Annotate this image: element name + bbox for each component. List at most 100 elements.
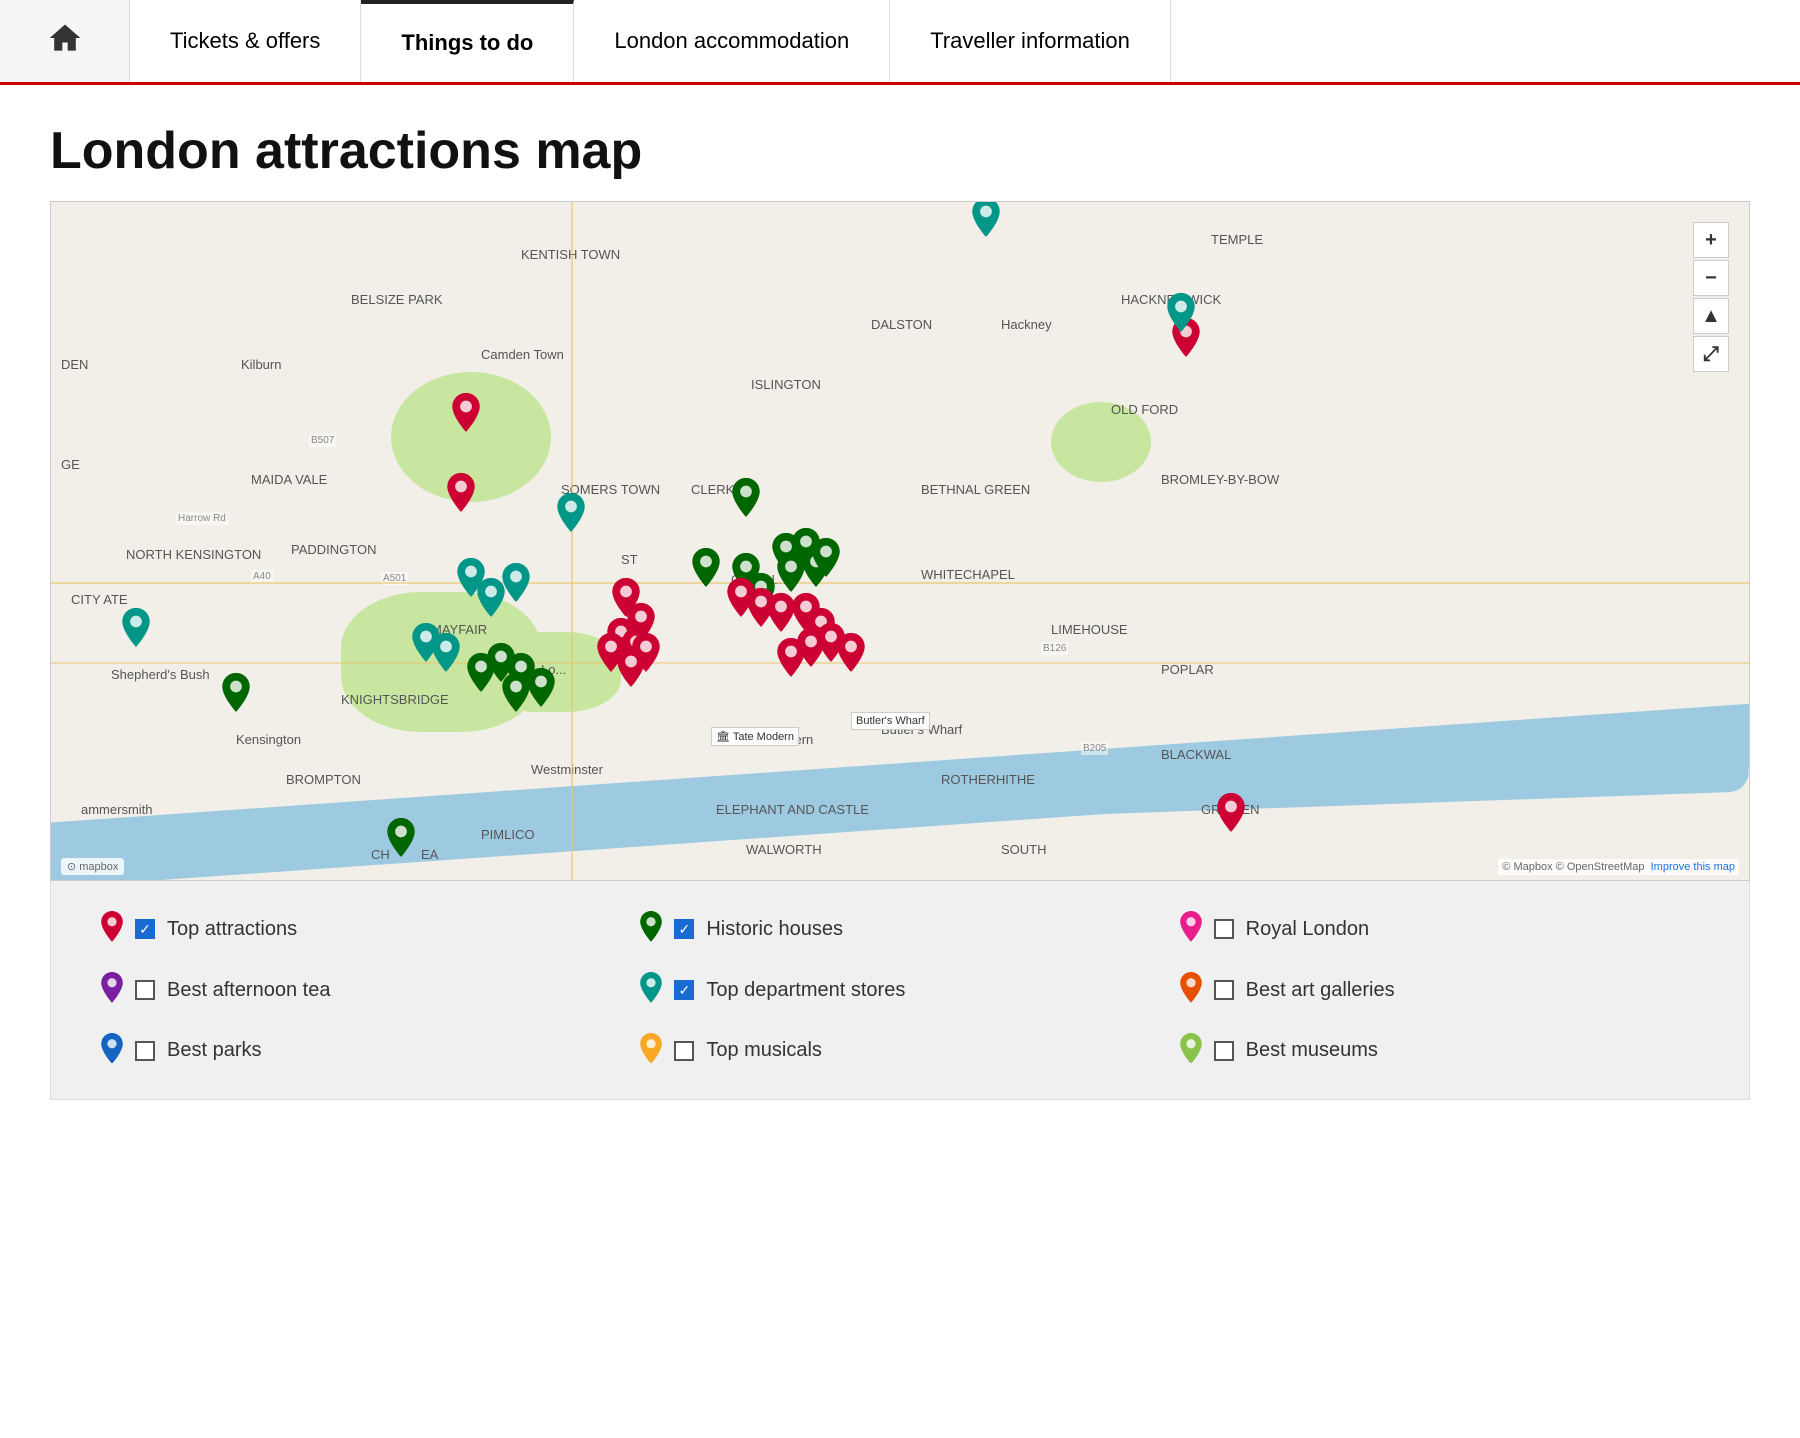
legend-checkbox-top-musicals[interactable] — [674, 1041, 694, 1061]
nav-tickets[interactable]: Tickets & offers — [130, 0, 361, 82]
legend-checkbox-royal-london[interactable] — [1214, 919, 1234, 939]
zoom-in-button[interactable]: + — [1693, 222, 1729, 258]
legend-checkbox-best-museums[interactable] — [1214, 1041, 1234, 1061]
map-label: SOUTH — [1001, 842, 1047, 857]
legend-label-top-department-stores: Top department stores — [706, 979, 905, 1002]
map-label: Camden Town — [481, 347, 564, 362]
map-label: Harrow Rd — [176, 512, 228, 525]
legend-label-royal-london: Royal London — [1246, 918, 1369, 941]
map-label: GE — [61, 457, 80, 472]
legend-item-historic-houses: ✓ Historic houses — [640, 911, 1159, 948]
improve-map-link[interactable]: Improve this map — [1651, 861, 1735, 873]
map-pin-house[interactable] — [387, 818, 415, 857]
legend-checkbox-best-afternoon-tea[interactable] — [135, 980, 155, 1000]
nav-traveller[interactable]: Traveller information — [890, 0, 1171, 82]
map-pin-house[interactable] — [777, 553, 805, 592]
map-label: PADDINGTON — [291, 542, 376, 557]
butlers-wharf-label: Butler's Wharf — [851, 712, 930, 730]
map-pin-dept[interactable] — [122, 608, 150, 647]
north-button[interactable]: ▲ — [1693, 298, 1729, 334]
map-label: B126 — [1041, 642, 1068, 655]
map-label: Kilburn — [241, 357, 281, 372]
legend-pin-best-parks — [101, 1033, 123, 1070]
map-pin-dept[interactable] — [972, 201, 1000, 237]
map-pin-house[interactable] — [692, 548, 720, 587]
nav-things[interactable]: Things to do — [361, 0, 574, 82]
legend-checkbox-best-parks[interactable] — [135, 1041, 155, 1061]
legend-label-best-afternoon-tea: Best afternoon tea — [167, 979, 330, 1002]
map-label: EA — [421, 847, 438, 862]
legend-item-best-museums: Best museums — [1180, 1033, 1699, 1070]
map-pin-dept[interactable] — [557, 493, 585, 532]
map-container[interactable]: KENTISH TOWNBELSIZE PARKCamden TownDALST… — [50, 201, 1750, 881]
legend-pin-top-musicals — [640, 1033, 662, 1070]
nav-accommodation[interactable]: London accommodation — [574, 0, 890, 82]
map-pin-house[interactable] — [812, 538, 840, 577]
map-label: B507 — [309, 434, 336, 447]
nav-home[interactable] — [0, 0, 130, 82]
legend-pin-best-art-galleries — [1180, 972, 1202, 1009]
map-pin-top[interactable] — [767, 593, 795, 632]
map-pin-house[interactable] — [222, 673, 250, 712]
map-legend: ✓Top attractions ✓Historic houses Royal … — [50, 881, 1750, 1100]
map-label: DALSTON — [871, 317, 932, 332]
legend-item-royal-london: Royal London — [1180, 911, 1699, 948]
map-label: POPLAR — [1161, 662, 1214, 677]
map-label: PIMLICO — [481, 827, 534, 842]
map-label: OLD FORD — [1111, 402, 1178, 417]
map-pin-house[interactable] — [732, 478, 760, 517]
map-pin-dept[interactable] — [502, 563, 530, 602]
map-label: KNIGHTSBRIDGE — [341, 692, 449, 707]
legend-pin-royal-london — [1180, 911, 1202, 948]
map-label: BELSIZE PARK — [351, 292, 443, 307]
map-label: MAIDA VALE — [251, 472, 327, 487]
map-label: BLACKWAL — [1161, 747, 1231, 762]
map-pin-top[interactable] — [447, 473, 475, 512]
tate-modern-label: 🏛 Tate Modern — [711, 727, 799, 746]
map-label: TEMPLE — [1211, 232, 1263, 247]
map-label: BROMLEY-BY-BOW — [1161, 472, 1279, 487]
nav-traveller-label: Traveller information — [930, 28, 1130, 54]
map-pin-top[interactable] — [1217, 793, 1245, 832]
legend-item-top-musicals: Top musicals — [640, 1033, 1159, 1070]
map-pin-top[interactable] — [837, 633, 865, 672]
legend-pin-best-afternoon-tea — [101, 972, 123, 1009]
map-pin-top[interactable] — [617, 648, 645, 687]
map-label: Shepherd's Bush — [111, 667, 210, 682]
map-pin-top[interactable] — [452, 393, 480, 432]
legend-label-best-parks: Best parks — [167, 1039, 261, 1062]
legend-checkbox-top-attractions[interactable]: ✓ — [135, 919, 155, 939]
map-label: ROTHERHITHE — [941, 772, 1035, 787]
legend-item-top-department-stores: ✓ Top department stores — [640, 972, 1159, 1009]
legend-checkbox-historic-houses[interactable]: ✓ — [674, 919, 694, 939]
map-label: Westminster — [531, 762, 603, 777]
legend-label-best-art-galleries: Best art galleries — [1246, 979, 1395, 1002]
map-attribution: © Mapbox © OpenStreetMap Improve this ma… — [1498, 859, 1739, 875]
legend-checkbox-top-department-stores[interactable]: ✓ — [674, 980, 694, 1000]
map-pin-dept[interactable] — [477, 578, 505, 617]
map-pin-dept[interactable] — [1167, 293, 1195, 332]
map-label: ELEPHANT AND CASTLE — [716, 802, 869, 817]
nav-accommodation-label: London accommodation — [614, 28, 849, 54]
legend-checkbox-best-art-galleries[interactable] — [1214, 980, 1234, 1000]
map-label: Hackney — [1001, 317, 1052, 332]
map-pin-house[interactable] — [502, 673, 530, 712]
map-label: CITY ATE — [71, 592, 128, 607]
map-label: BROMPTON — [286, 772, 361, 787]
zoom-out-button[interactable]: − — [1693, 260, 1729, 296]
nav-tickets-label: Tickets & offers — [170, 28, 320, 54]
legend-pin-top-department-stores — [640, 972, 662, 1009]
map-pin-dept[interactable] — [432, 633, 460, 672]
legend-label-best-museums: Best museums — [1246, 1039, 1378, 1062]
legend-label-historic-houses: Historic houses — [706, 918, 843, 941]
map-pin-top[interactable] — [777, 638, 805, 677]
home-icon — [47, 20, 83, 62]
map-label: Kensington — [236, 732, 301, 747]
map-label: ST — [621, 552, 638, 567]
legend-pin-top-attractions — [101, 911, 123, 948]
fullscreen-button[interactable]: ⤢ — [1693, 336, 1729, 372]
map-label: BETHNAL GREEN — [921, 482, 1030, 497]
map-pin-house[interactable] — [527, 668, 555, 707]
map-label: WHITECHAPEL — [921, 567, 1015, 582]
mapbox-logo: ⊙ mapbox — [61, 858, 124, 875]
